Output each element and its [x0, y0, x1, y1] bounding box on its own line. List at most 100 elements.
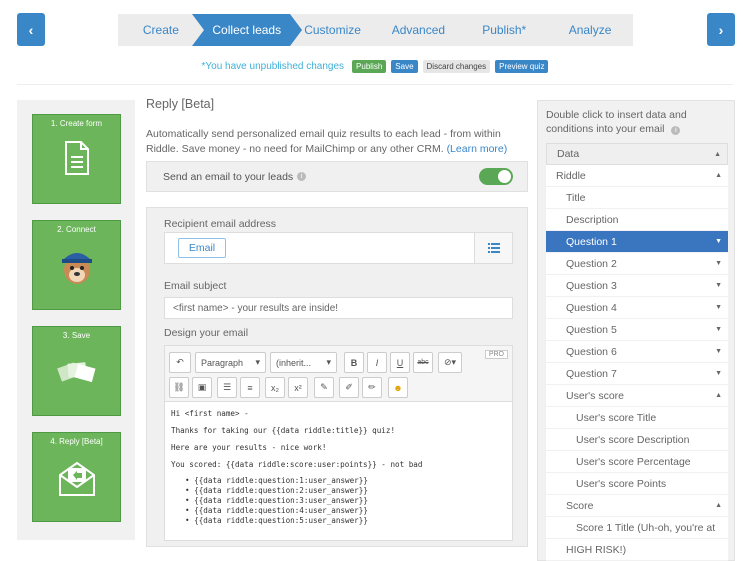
editor-toolbar: ↶ Paragraph ▾ (inherit... ▾ B I U abc ⊘▾ P… — [165, 346, 512, 402]
bullet-list-icon[interactable]: ☰ — [217, 377, 237, 398]
bullet-item: • {{data riddle:question:5:user_answer}} — [185, 516, 368, 525]
strikethrough-button[interactable]: abc — [413, 352, 433, 373]
link-icon[interactable]: ⛓ — [169, 377, 189, 398]
tile-connect[interactable]: 2. Connect — [32, 220, 121, 310]
caret-down-icon[interactable]: ▼ — [715, 304, 722, 311]
tree-item[interactable]: Score ▲ — [546, 495, 728, 517]
paint-icon[interactable]: ✏ — [362, 377, 382, 398]
prev-step-button[interactable]: ‹ — [17, 13, 45, 46]
tree-item[interactable]: Description — [546, 209, 728, 231]
tab-advanced[interactable]: Advanced — [375, 14, 461, 46]
caret-down-icon[interactable]: ▼ — [715, 260, 722, 267]
page-title: Reply [Beta] — [146, 97, 215, 111]
tree-item[interactable]: HIGH RISK!) — [546, 539, 728, 561]
tree-item[interactable]: User's score Title — [546, 407, 728, 429]
tree-item[interactable]: Question 3 ▼ — [546, 275, 728, 297]
learn-more-link[interactable]: (Learn more) — [447, 143, 508, 155]
tree-item-label: Score — [566, 499, 594, 512]
next-step-button[interactable]: › — [707, 13, 735, 46]
tab-collect-leads[interactable]: Collect leads — [191, 14, 302, 46]
tree-item[interactable]: Question 2 ▼ — [546, 253, 728, 275]
preview-quiz-button[interactable]: Preview quiz — [495, 59, 549, 73]
caret-up-icon[interactable]: ▲ — [715, 172, 722, 179]
design-label: Design your email — [164, 327, 249, 339]
emoji-icon[interactable]: ☻ — [388, 377, 408, 398]
tile-reply[interactable]: 4. Reply [Beta] — [32, 432, 121, 522]
pro-badge: PRO — [484, 350, 508, 359]
tree-item-label: User's score Description — [576, 433, 690, 446]
publish-button[interactable]: Publish — [352, 59, 387, 73]
tree-item[interactable]: Riddle ▲ — [546, 165, 728, 187]
paragraph-select[interactable]: Paragraph ▾ — [195, 352, 266, 373]
email-editor[interactable]: ↶ Paragraph ▾ (inherit... ▾ B I U abc ⊘▾ P… — [164, 345, 513, 541]
tab-advanced-label: Advanced — [391, 23, 446, 37]
font-select[interactable]: (inherit... ▾ — [270, 352, 337, 373]
document-icon — [64, 141, 89, 175]
tree-item-label: HIGH RISK!) — [566, 543, 627, 556]
brush-icon[interactable]: ✐ — [339, 377, 359, 398]
clear-format-icon[interactable]: ⊘▾ — [438, 352, 462, 373]
tab-publish-label: Publish* — [482, 23, 527, 37]
bullet-item: • {{data riddle:question:3:user_answer}} — [185, 496, 368, 505]
tree-item[interactable]: Question 7 ▼ — [546, 363, 728, 385]
recipient-label: Recipient email address — [164, 218, 277, 230]
superscript-button[interactable]: x² — [288, 377, 308, 398]
image-icon[interactable]: ▣ — [192, 377, 212, 398]
tree-item-label: Question 1 — [566, 235, 617, 248]
tree-item[interactable]: Question 4 ▼ — [546, 297, 728, 319]
format-painter-icon[interactable]: ✎ — [314, 377, 334, 398]
tree-item[interactable]: Title — [546, 187, 728, 209]
subject-input[interactable]: <first name> - your results are inside! — [164, 297, 513, 319]
send-email-toggle[interactable] — [479, 168, 513, 185]
tile-create-form[interactable]: 1. Create form — [32, 114, 121, 204]
caret-down-icon[interactable]: ▼ — [715, 282, 722, 289]
numbered-list-icon[interactable]: ≡ — [240, 377, 260, 398]
email-chip[interactable]: Email — [178, 238, 226, 258]
underline-button[interactable]: U — [390, 352, 410, 373]
info-icon[interactable]: i — [671, 126, 681, 135]
tree-item-label: Data — [557, 148, 580, 160]
body-line: You scored: {{data riddle:score:user:poi… — [171, 460, 423, 469]
tab-publish[interactable]: Publish* — [461, 14, 547, 46]
tab-analyze[interactable]: Analyze — [547, 14, 633, 46]
tree-item[interactable]: User's score ▲ — [546, 385, 728, 407]
tile-label: 2. Connect — [57, 225, 96, 234]
tree-item[interactable]: Question 5 ▼ — [546, 319, 728, 341]
tab-customize[interactable]: Customize — [290, 14, 376, 46]
caret-up-icon[interactable]: ▲ — [714, 151, 721, 158]
envelope-reply-icon — [58, 461, 95, 496]
recipient-field[interactable]: Email — [164, 232, 513, 264]
data-tree: Data ▲ Riddle ▲ Title Description Question 1 ▼ Q… — [546, 143, 728, 561]
paragraph-select-value: Paragraph — [201, 357, 244, 368]
font-select-value: (inherit... — [276, 357, 312, 368]
tree-item[interactable]: User's score Percentage — [546, 451, 728, 473]
tree-item-label: Question 6 — [566, 345, 617, 358]
bold-button[interactable]: B — [344, 352, 364, 373]
discard-changes-button[interactable]: Discard changes — [422, 59, 491, 73]
chevron-left-icon: ‹ — [28, 21, 34, 38]
tree-item[interactable]: User's score Description — [546, 429, 728, 451]
tree-item[interactable]: Score 1 Title (Uh-oh, you're at — [546, 517, 728, 539]
tree-item[interactable]: User's score Points — [546, 473, 728, 495]
caret-up-icon[interactable]: ▲ — [715, 502, 722, 509]
subscript-button[interactable]: x₂ — [265, 377, 285, 398]
body-line: Hi <first name> - — [171, 409, 249, 418]
italic-button[interactable]: I — [367, 352, 387, 373]
caret-down-icon[interactable]: ▼ — [715, 238, 722, 245]
caret-down-icon[interactable]: ▼ — [715, 348, 722, 355]
tree-item[interactable]: Question 6 ▼ — [546, 341, 728, 363]
caret-down-icon[interactable]: ▼ — [715, 370, 722, 377]
step-tiles: 1. Create form 2. Connect 3. Save 4. Rep… — [17, 100, 135, 540]
list-icon[interactable] — [474, 233, 512, 263]
save-button[interactable]: Save — [391, 59, 418, 73]
tree-header[interactable]: Data ▲ — [546, 143, 728, 165]
undo-icon[interactable]: ↶ — [169, 352, 191, 373]
tree-item-label: Question 5 — [566, 323, 617, 336]
email-body[interactable]: Hi <first name> - Thanks for taking our … — [171, 408, 422, 526]
tree-item[interactable]: Question 1 ▼ — [546, 231, 728, 253]
info-icon[interactable]: i — [297, 172, 307, 181]
caret-up-icon[interactable]: ▲ — [715, 392, 722, 399]
tile-save[interactable]: 3. Save — [32, 326, 121, 416]
tab-analyze-label: Analyze — [568, 23, 612, 37]
caret-down-icon[interactable]: ▼ — [715, 326, 722, 333]
